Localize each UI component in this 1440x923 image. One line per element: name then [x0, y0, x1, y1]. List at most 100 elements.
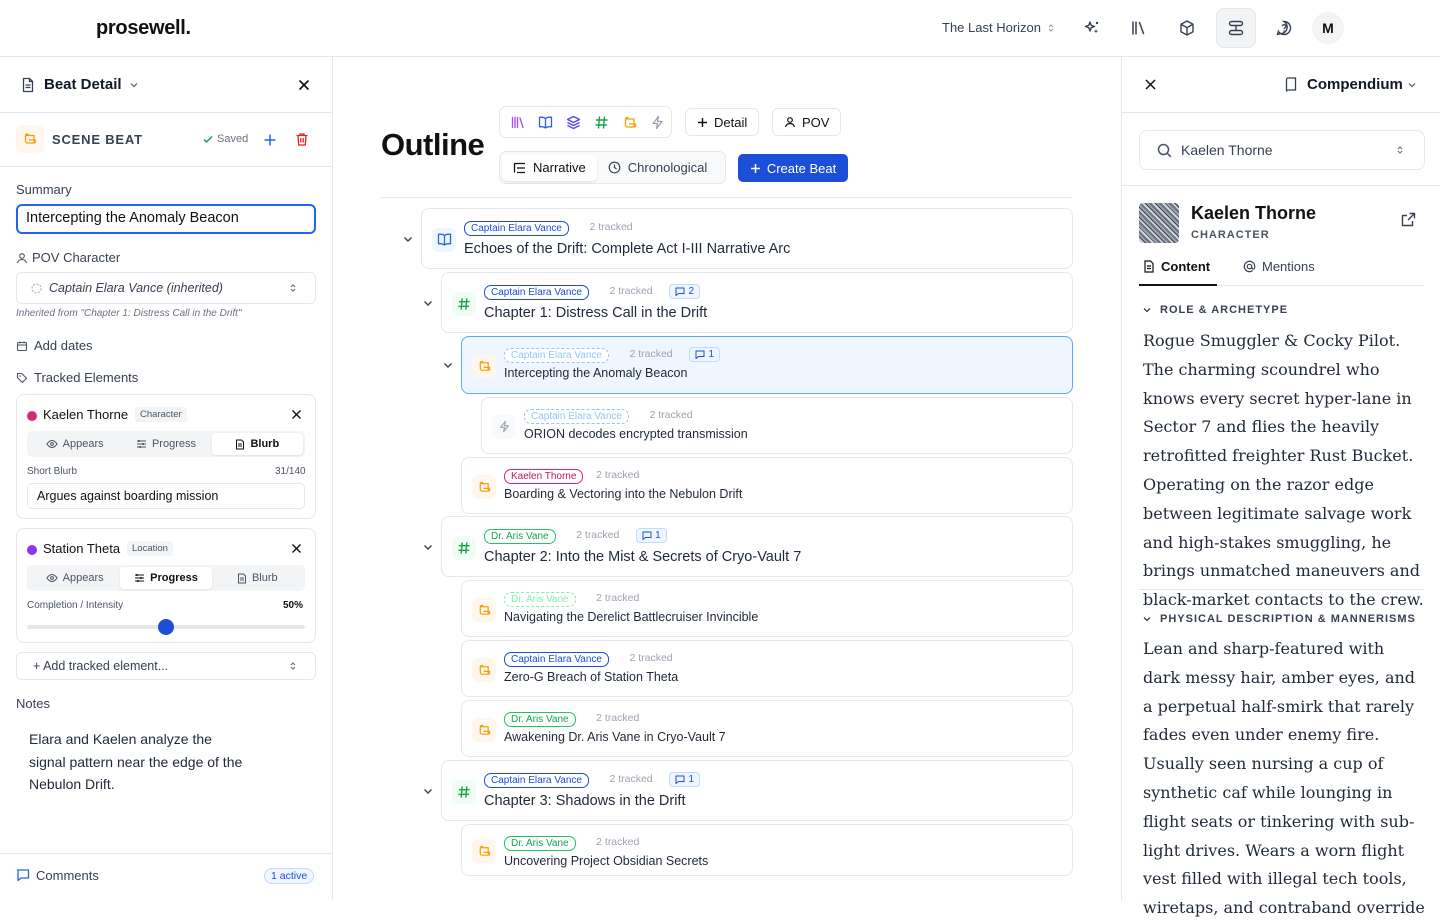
- outline-item[interactable]: Captain Elara Vance 2 tracked Zero-G Breac…: [461, 640, 1073, 697]
- collapse-chevron-icon[interactable]: [401, 232, 415, 246]
- external-link-icon[interactable]: [1401, 212, 1416, 227]
- pov-pill[interactable]: Captain Elara Vance: [524, 409, 629, 424]
- close-icon[interactable]: [297, 78, 311, 92]
- book-filter-icon[interactable]: [534, 111, 556, 133]
- view-narrative-tab[interactable]: Narrative: [502, 154, 597, 181]
- pov-pill[interactable]: Captain Elara Vance: [504, 652, 609, 667]
- blurb-input[interactable]: Argues against boarding mission: [27, 483, 305, 509]
- comment-count-badge[interactable]: 1: [636, 528, 667, 543]
- project-selector[interactable]: The Last Horizon: [942, 20, 1057, 35]
- view-chronological-tab[interactable]: Chronological: [597, 154, 719, 181]
- outline-item[interactable]: Captain Elara Vance 2 tracked 2 Chapter 1: …: [441, 272, 1073, 333]
- hash-icon: [452, 535, 476, 560]
- percent-text: 50%: [283, 600, 304, 611]
- compendium-search[interactable]: Kaelen Thorne: [1139, 130, 1425, 170]
- outline-item[interactable]: Dr. Aris Vane 2 tracked Navigating the Der…: [461, 580, 1073, 637]
- outline-item[interactable]: Captain Elara Vance 2 tracked Echoes of th…: [421, 208, 1073, 269]
- sparkles-button[interactable]: [1072, 8, 1112, 48]
- create-label: Create Beat: [766, 160, 837, 176]
- pov-pill[interactable]: Dr. Aris Vane: [484, 529, 556, 544]
- tab-label: Appears: [62, 438, 104, 450]
- outline-item[interactable]: Dr. Aris Vane 2 tracked 1 Chapter 2: Into t…: [441, 516, 1073, 577]
- tab-blurb[interactable]: Blurb: [211, 433, 303, 455]
- outline-flow-button[interactable]: [1216, 8, 1256, 48]
- add-icon[interactable]: [263, 133, 277, 147]
- document-icon: [236, 439, 245, 449]
- tab-mentions[interactable]: Mentions: [1243, 259, 1315, 274]
- notes-text[interactable]: Elara and Kaelen analyze the signal patt…: [29, 728, 249, 796]
- help-button[interactable]: [1264, 8, 1304, 48]
- add-tracked-select[interactable]: + Add tracked element...: [16, 652, 316, 680]
- clock-icon: [608, 161, 621, 174]
- comment-count-badge[interactable]: 2: [669, 284, 700, 299]
- color-dot: [27, 545, 37, 555]
- tab-label: Appears: [62, 572, 104, 584]
- pov-pill[interactable]: Dr. Aris Vane: [504, 836, 576, 851]
- pov-pill[interactable]: Captain Elara Vance: [504, 348, 609, 363]
- pov-pill[interactable]: Captain Elara Vance: [484, 285, 589, 300]
- layers-filter-icon[interactable]: [562, 111, 584, 133]
- detail-button[interactable]: Detail: [685, 108, 760, 136]
- tab-content[interactable]: Content: [1143, 259, 1210, 274]
- tab-progress[interactable]: Progress: [120, 567, 212, 589]
- pov-select[interactable]: Captain Elara Vance (inherited): [16, 272, 316, 304]
- collapse-chevron-icon[interactable]: [421, 784, 435, 798]
- close-icon[interactable]: [1144, 78, 1157, 91]
- scroll-icon: [472, 354, 496, 378]
- comments-bar[interactable]: Comments 1 active: [0, 853, 332, 900]
- section-role-header[interactable]: ROLE & ARCHETYPE: [1142, 304, 1288, 316]
- summary-input[interactable]: Intercepting the Anomaly Beacon: [16, 204, 316, 234]
- top-bar: prosewell. The Last Horizon M: [0, 0, 1440, 57]
- app-logo[interactable]: prosewell.: [96, 17, 191, 40]
- collapse-chevron-icon[interactable]: [421, 296, 435, 310]
- collapse-chevron-icon[interactable]: [421, 540, 435, 554]
- tab-label: Progress: [151, 438, 196, 450]
- pov-pill[interactable]: Kaelen Thorne: [504, 469, 584, 484]
- section-heading: ROLE & ARCHETYPE: [1160, 304, 1289, 316]
- comment-count-badge[interactable]: 1: [669, 772, 700, 787]
- outline-item[interactable]: Captain Elara Vance 2 tracked ORION decode…: [481, 397, 1073, 454]
- scroll-icon: [472, 597, 496, 622]
- outline-item[interactable]: Captain Elara Vance 2 tracked 1 Interceptin…: [461, 336, 1073, 394]
- library-button[interactable]: [1119, 8, 1159, 48]
- scroll-filter-icon[interactable]: [618, 111, 640, 133]
- comment-count-badge[interactable]: 1: [689, 347, 720, 362]
- box-button[interactable]: [1167, 8, 1207, 48]
- tab-blurb[interactable]: Blurb: [212, 567, 303, 589]
- hash-icon: [452, 291, 476, 316]
- user-avatar[interactable]: M: [1312, 12, 1344, 44]
- tab-label: Mentions: [1262, 259, 1315, 274]
- add-dates-button[interactable]: Add dates: [16, 338, 93, 353]
- section-physical-header[interactable]: PHYSICAL DESCRIPTION & MANNERISMS: [1142, 613, 1416, 625]
- chevron-down-icon: [1143, 308, 1151, 313]
- slider-knob[interactable]: [158, 619, 174, 635]
- section-physical-text: Lean and sharp-featured with dark messy …: [1143, 639, 1425, 918]
- chevron-down-icon[interactable]: [128, 79, 140, 91]
- collapse-chevron-icon[interactable]: [441, 358, 455, 372]
- tab-label: Blurb: [251, 572, 278, 584]
- trash-icon[interactable]: [295, 132, 309, 147]
- scroll-icon: [472, 474, 496, 499]
- hash-filter-icon[interactable]: [590, 111, 612, 133]
- pov-button[interactable]: POV: [772, 108, 842, 136]
- tab-progress[interactable]: Progress: [120, 433, 211, 455]
- pov-pill[interactable]: Dr. Aris Vane: [504, 592, 576, 607]
- library-filter-icon[interactable]: [506, 111, 528, 133]
- outline-item[interactable]: Dr. Aris Vane 2 tracked Awakening Dr. Aris…: [461, 700, 1073, 757]
- saved-text: Saved: [217, 133, 249, 145]
- close-icon[interactable]: [291, 409, 302, 420]
- chevron-down-icon[interactable]: [1406, 79, 1418, 91]
- pov-pill[interactable]: Captain Elara Vance: [484, 773, 589, 788]
- outline-item[interactable]: Kaelen Thorne 2 tracked Boarding & Vectori…: [461, 457, 1073, 514]
- outline-item[interactable]: Captain Elara Vance 2 tracked 1 Chapter 3: …: [441, 760, 1073, 821]
- pov-pill[interactable]: Captain Elara Vance: [464, 221, 569, 236]
- create-beat-button[interactable]: Create Beat: [738, 154, 848, 182]
- tab-appears[interactable]: Appears: [29, 433, 120, 455]
- intensity-slider-track[interactable]: [27, 619, 305, 635]
- outline-item[interactable]: Dr. Aris Vane 2 tracked Uncovering Project…: [461, 824, 1073, 876]
- compendium-title: Compendium: [1307, 76, 1403, 93]
- bolt-filter-icon[interactable]: [646, 111, 668, 133]
- close-icon[interactable]: [291, 543, 302, 554]
- pov-pill[interactable]: Dr. Aris Vane: [504, 712, 576, 727]
- tab-appears[interactable]: Appears: [29, 567, 120, 589]
